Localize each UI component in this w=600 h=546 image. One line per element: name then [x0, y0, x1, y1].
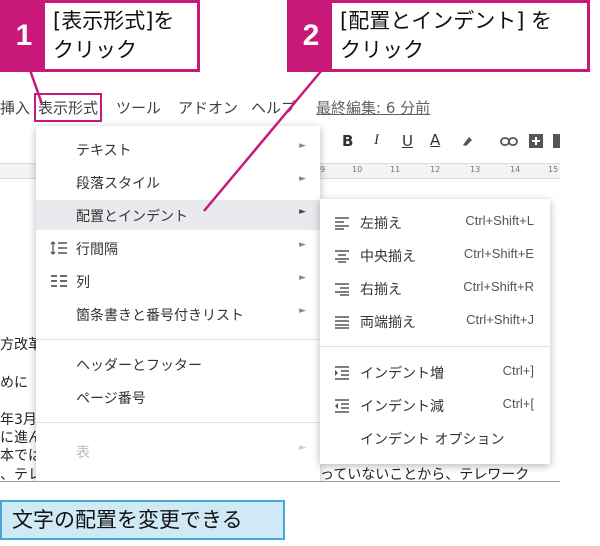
- ruler-tick: 11: [390, 165, 401, 174]
- submenu-arrow-icon: ►: [299, 443, 306, 453]
- justify-icon: [335, 316, 349, 329]
- caption-box: 文字の配置を変更できる: [0, 500, 285, 540]
- menu-item-label: 配置とインデント: [76, 209, 188, 225]
- submenu-arrow-icon: ►: [299, 273, 306, 283]
- menu-divider: [36, 422, 320, 423]
- menu-item-table: 表 ►: [36, 436, 320, 466]
- menu-item-label: ページ番号: [76, 391, 146, 407]
- last-edit-link[interactable]: 最終編集: 6 分前: [316, 97, 430, 118]
- menu-item-label: 列: [76, 275, 90, 291]
- highlight-icon[interactable]: [460, 134, 474, 148]
- align-right-icon: [335, 283, 349, 296]
- add-comment-icon[interactable]: [528, 133, 544, 149]
- text-color-button[interactable]: A: [430, 131, 440, 149]
- indent-decrease-item[interactable]: インデント減 Ctrl+[: [320, 390, 550, 420]
- columns-icon: [51, 275, 67, 287]
- callout-text: [配置とインデント] を クリック: [340, 9, 553, 62]
- ruler-tick: 13: [470, 165, 481, 174]
- menu-format[interactable]: 表示形式: [33, 93, 103, 122]
- submenu-arrow-icon: ►: [299, 207, 306, 217]
- align-right-item[interactable]: 右揃え Ctrl+Shift+R: [320, 273, 550, 303]
- step-number: 1: [3, 3, 45, 69]
- menu-item-label: 中央揃え: [360, 249, 416, 265]
- align-left-item[interactable]: 左揃え Ctrl+Shift+L: [320, 207, 550, 237]
- insert-image-icon[interactable]: [552, 133, 560, 149]
- indent-increase-item[interactable]: インデント増 Ctrl+]: [320, 357, 550, 387]
- callout-step-2: 2 [配置とインデント] を クリック: [287, 0, 590, 72]
- link-icon[interactable]: [500, 135, 518, 149]
- indent-increase-icon: [335, 366, 349, 380]
- menu-item-label: 行間隔: [76, 242, 118, 258]
- menu-item-columns[interactable]: 列 ►: [36, 266, 320, 296]
- menu-bar: 挿入 表示形式 ツール アドオン ヘルプ 最終編集: 6 分前: [0, 89, 560, 123]
- menu-item-label: ヘッダーとフッター: [76, 358, 202, 374]
- shortcut-label: Ctrl+Shift+L: [465, 213, 534, 228]
- menu-item-text[interactable]: テキスト ►: [36, 134, 320, 164]
- menu-insert[interactable]: 挿入: [0, 97, 30, 118]
- line-spacing-icon: [50, 241, 67, 255]
- submenu-arrow-icon: ►: [299, 174, 306, 184]
- menu-item-label: テキスト: [76, 143, 132, 159]
- shortcut-label: Ctrl+[: [502, 396, 534, 411]
- menu-item-align-indent[interactable]: 配置とインデント ►: [36, 200, 320, 230]
- menu-addons[interactable]: アドオン: [178, 97, 238, 118]
- submenu-arrow-icon: ►: [299, 141, 306, 151]
- doc-text: っていないことから、テレワーク: [320, 467, 530, 482]
- menu-item-line-spacing[interactable]: 行間隔 ►: [36, 233, 320, 263]
- menu-item-page-numbers[interactable]: ページ番号: [36, 382, 320, 412]
- menu-item-label: インデント オプション: [360, 432, 505, 448]
- ruler-tick: 10: [352, 165, 363, 174]
- menu-item-label: 左揃え: [360, 216, 402, 232]
- menu-help[interactable]: ヘルプ: [251, 97, 296, 118]
- menu-item-header-footer[interactable]: ヘッダーとフッター: [36, 349, 320, 379]
- justify-item[interactable]: 両端揃え Ctrl+Shift+J: [320, 306, 550, 336]
- submenu-arrow-icon: ►: [299, 306, 306, 316]
- align-center-icon: [335, 250, 349, 263]
- indent-options-item[interactable]: インデント オプション: [320, 423, 550, 453]
- step-number: 2: [290, 3, 332, 69]
- menu-tools[interactable]: ツール: [116, 97, 161, 118]
- bold-button[interactable]: B: [342, 132, 353, 150]
- docs-screenshot: 挿入 表示形式 ツール アドオン ヘルプ 最終編集: 6 分前 B I U A …: [0, 89, 560, 482]
- menu-item-label: 表: [76, 445, 90, 461]
- shortcut-label: Ctrl+]: [502, 363, 534, 378]
- callout-step-1: 1 [表示形式]を クリック: [0, 0, 200, 72]
- underline-button[interactable]: U: [402, 132, 413, 150]
- submenu-arrow-icon: ►: [299, 240, 306, 250]
- shortcut-label: Ctrl+Shift+J: [466, 312, 534, 327]
- callout-text: [表示形式]を クリック: [53, 9, 175, 62]
- menu-item-paragraph-styles[interactable]: 段落スタイル ►: [36, 167, 320, 197]
- menu-item-bullets-numbering[interactable]: 箇条書きと番号付きリスト ►: [36, 299, 320, 329]
- shortcut-label: Ctrl+Shift+E: [463, 246, 534, 261]
- shortcut-label: Ctrl+Shift+R: [463, 279, 534, 294]
- ruler-tick: 15: [548, 165, 559, 174]
- menu-divider: [36, 339, 320, 340]
- doc-text: めに: [0, 375, 28, 391]
- align-center-item[interactable]: 中央揃え Ctrl+Shift+E: [320, 240, 550, 270]
- indent-decrease-icon: [335, 399, 349, 413]
- menu-item-label: インデント増: [360, 366, 444, 382]
- align-left-icon: [335, 217, 349, 230]
- menu-item-label: 段落スタイル: [76, 176, 160, 192]
- menu-item-label: 両端揃え: [360, 315, 416, 331]
- doc-text: 年3月: [0, 412, 37, 428]
- menu-item-label: 右揃え: [360, 282, 402, 298]
- ruler-tick: 12: [430, 165, 441, 174]
- menu-item-label: 箇条書きと番号付きリスト: [76, 308, 244, 324]
- align-indent-submenu: 左揃え Ctrl+Shift+L 中央揃え Ctrl+Shift+E 右揃え C…: [320, 199, 550, 464]
- menu-item-label: インデント減: [360, 399, 444, 415]
- italic-button[interactable]: I: [374, 132, 379, 149]
- format-menu: テキスト ► 段落スタイル ► 配置とインデント ► 行間隔 ► 列 ► 箇条書…: [36, 126, 320, 481]
- ruler-tick: 9: [320, 165, 326, 174]
- ruler-tick: 14: [510, 165, 521, 174]
- menu-divider: [320, 346, 550, 347]
